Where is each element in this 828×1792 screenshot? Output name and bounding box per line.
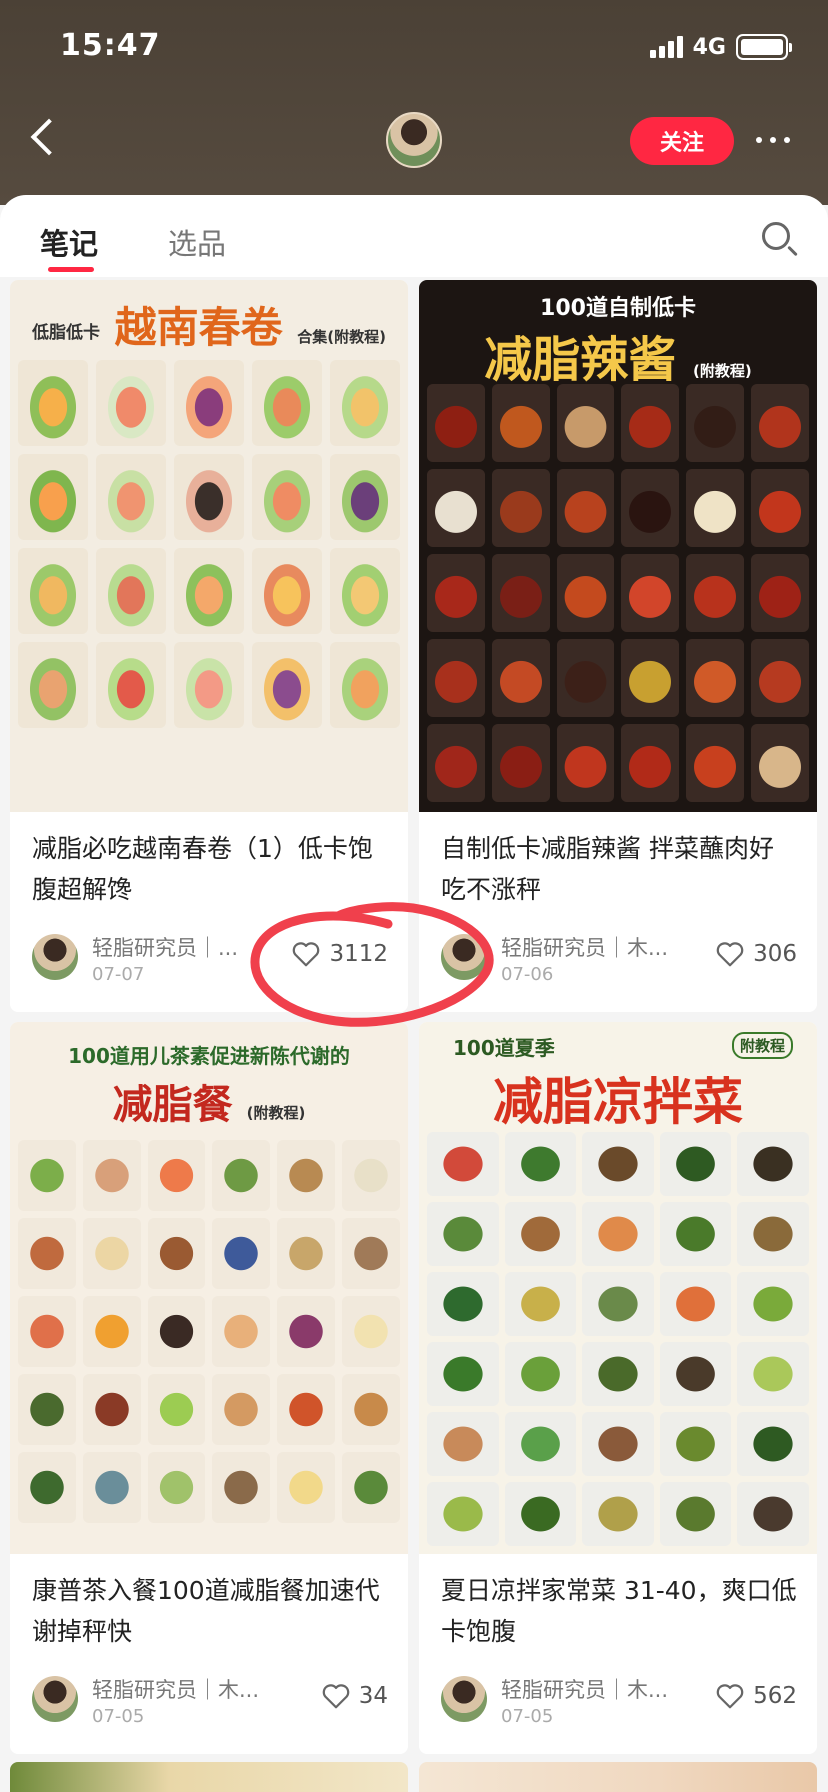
like-count: 562 xyxy=(753,1683,797,1709)
note-title: 夏日凉拌家常菜 31-40，爽口低卡饱腹 xyxy=(441,1576,797,1646)
status-icons: 4G xyxy=(649,34,792,60)
note-cover-image: 100道自制低卡 减脂辣酱 (附教程) xyxy=(419,280,817,812)
follow-button[interactable]: 关注 xyxy=(630,117,734,165)
note-title: 自制低卡减脂辣酱 拌菜蘸肉好吃不涨秤 xyxy=(441,834,774,904)
like-count: 306 xyxy=(753,941,797,967)
note-cover-image: 100道夏季 附教程 减脂凉拌菜 xyxy=(419,1022,817,1554)
cover-title: 减脂餐 xyxy=(112,1082,233,1128)
author-name[interactable]: 轻脂研究员｜木... xyxy=(501,1674,671,1704)
like-button[interactable]: 3112 xyxy=(291,940,388,968)
cover-tag: 低脂低卡 xyxy=(32,323,100,343)
cover-title: 减脂凉拌菜 xyxy=(493,1073,743,1131)
note-title: 康普茶入餐100道减脂餐加速代谢掉秤快 xyxy=(32,1576,380,1646)
note-title: 减脂必吃越南春卷（1）低卡饱腹超解馋 xyxy=(32,834,373,904)
heart-icon xyxy=(293,942,320,967)
cover-title: 越南春卷 xyxy=(114,303,283,352)
author-name[interactable]: 轻脂研究员｜木... xyxy=(92,1674,262,1704)
like-count: 34 xyxy=(358,1683,388,1709)
avatar[interactable] xyxy=(386,112,442,168)
heart-icon xyxy=(716,942,744,967)
note-card-partial[interactable] xyxy=(10,1762,408,1792)
author-avatar[interactable] xyxy=(32,1676,78,1722)
note-cover-image: 100道用儿茶素促进新陈代谢的 减脂餐 (附教程) xyxy=(10,1022,408,1554)
cover-tag: 100道自制低卡 xyxy=(540,296,696,321)
note-card[interactable]: 100道夏季 附教程 减脂凉拌菜 夏日凉拌家常菜 31-40，爽口低卡饱腹 轻脂… xyxy=(419,1022,817,1754)
cover-subtitle: (附教程) xyxy=(246,1104,306,1122)
author-avatar[interactable] xyxy=(32,934,78,980)
food-grid xyxy=(18,360,400,728)
cover-tag: 100道用儿茶素促进新陈代谢的 xyxy=(68,1044,350,1068)
like-button[interactable]: 34 xyxy=(321,1682,388,1710)
post-date: 07-06 xyxy=(501,964,554,985)
author-name[interactable]: 轻脂研究员｜木... xyxy=(501,932,671,962)
search-icon[interactable] xyxy=(762,222,790,250)
heart-icon xyxy=(322,1684,350,1709)
battery-icon xyxy=(736,34,792,60)
status-time: 15:47 xyxy=(60,28,161,63)
post-date: 07-05 xyxy=(501,1706,554,1727)
active-tab-indicator xyxy=(48,267,94,272)
post-date: 07-07 xyxy=(92,964,145,985)
like-count: 3112 xyxy=(329,941,388,967)
tab-notes[interactable]: 笔记 xyxy=(40,221,98,263)
more-icon[interactable] xyxy=(756,137,790,143)
cover-subtitle: 附教程 xyxy=(731,1032,793,1059)
note-card[interactable]: 100道自制低卡 减脂辣酱 (附教程) 自制低卡减脂辣酱 拌菜蘸肉好吃不涨秤 轻… xyxy=(419,280,817,1012)
cover-title: 减脂辣酱 xyxy=(484,332,677,388)
food-grid xyxy=(427,384,809,802)
cover-tag: 100道夏季 xyxy=(453,1036,555,1060)
author-avatar[interactable] xyxy=(441,1676,487,1722)
signal-icon xyxy=(649,36,683,58)
like-button[interactable]: 306 xyxy=(715,940,797,968)
note-card-partial[interactable] xyxy=(419,1762,817,1792)
note-card[interactable]: 100道用儿茶素促进新陈代谢的 减脂餐 (附教程) 康普茶入餐100道减脂餐加速… xyxy=(10,1022,408,1754)
heart-icon xyxy=(716,1684,744,1709)
note-cover-image: 低脂低卡 越南春卷 合集(附教程) xyxy=(10,280,408,812)
post-date: 07-05 xyxy=(92,1706,145,1727)
note-card[interactable]: 低脂低卡 越南春卷 合集(附教程) 减脂必吃越南春卷（1）低卡饱腹超解馋 轻脂研… xyxy=(10,280,408,1012)
tab-products[interactable]: 选品 xyxy=(168,221,226,263)
cover-subtitle: 合集(附教程) xyxy=(297,328,386,346)
like-button[interactable]: 562 xyxy=(715,1682,797,1710)
author-avatar[interactable] xyxy=(441,934,487,980)
food-grid xyxy=(18,1140,400,1523)
tab-bar: 笔记 选品 xyxy=(0,195,828,277)
network-type: 4G xyxy=(692,34,726,60)
cover-subtitle: (附教程) xyxy=(693,362,752,380)
food-grid xyxy=(427,1132,809,1546)
author-name[interactable]: 轻脂研究员｜... xyxy=(92,932,262,962)
